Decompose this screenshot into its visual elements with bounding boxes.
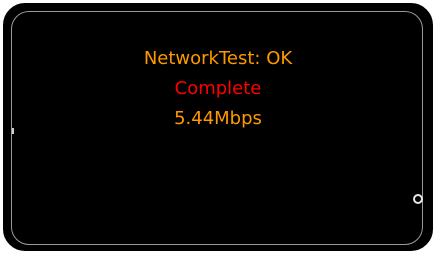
status-label: Complete — [174, 78, 262, 98]
network-test-title: NetworkTest: OK — [143, 48, 293, 69]
home-button-icon[interactable] — [413, 194, 423, 204]
speed-readout: 5.44Mbps — [174, 108, 262, 129]
device-frame: NetworkTest: OK Complete 5.44Mbps — [3, 3, 433, 251]
side-indicator-icon — [12, 128, 14, 134]
